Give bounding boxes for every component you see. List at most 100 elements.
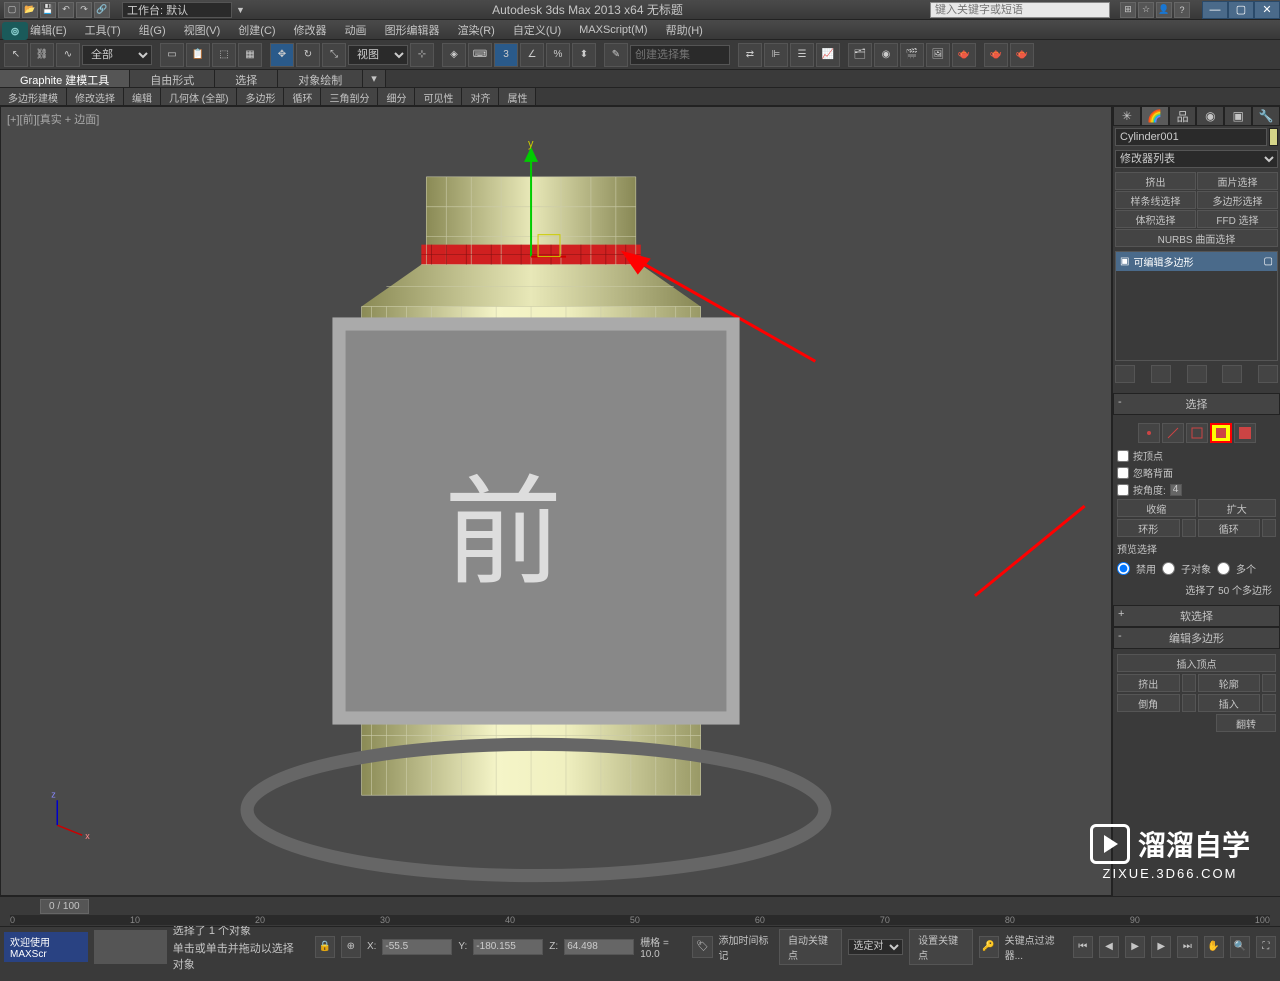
mod-spline-sel[interactable]: 样条线选择 — [1115, 191, 1196, 209]
new-icon[interactable]: ▢ — [4, 2, 20, 18]
menu-edit[interactable]: 编辑(E) — [30, 22, 67, 38]
grow-button[interactable]: 扩大 — [1198, 499, 1277, 517]
snap-toggle-icon[interactable]: 3 — [494, 43, 518, 67]
menu-views[interactable]: 视图(V) — [184, 22, 221, 38]
menu-tools[interactable]: 工具(T) — [85, 22, 121, 38]
modifier-stack[interactable]: ▣ 可编辑多边形 ▢ — [1115, 251, 1278, 361]
prev-frame-icon[interactable]: ◀ — [1099, 936, 1119, 958]
render-setup-icon[interactable]: 🎬 — [900, 43, 924, 67]
bevel-button[interactable]: 倒角 — [1117, 694, 1180, 712]
key-filters-icon[interactable]: 🔑 — [979, 936, 999, 958]
menu-customize[interactable]: 自定义(U) — [513, 22, 561, 38]
mod-vol-sel[interactable]: 体积选择 — [1115, 210, 1196, 228]
select-object-icon[interactable]: ▭ — [160, 43, 184, 67]
select-rotate-icon[interactable]: ↻ — [296, 43, 320, 67]
select-link-icon[interactable]: ↖ — [4, 43, 28, 67]
maximize-button[interactable]: ▢ — [1228, 1, 1254, 19]
subobj-border[interactable] — [1186, 423, 1208, 443]
menu-graph-editors[interactable]: 图形编辑器 — [385, 22, 440, 38]
render-prod-icon[interactable]: 🫖 — [984, 43, 1008, 67]
mod-patch-sel[interactable]: 面片选择 — [1197, 172, 1278, 190]
time-tag-icon[interactable]: 🏷 — [692, 936, 712, 958]
insert-button[interactable]: 插入 — [1198, 694, 1261, 712]
material-editor-icon[interactable]: ◉ — [874, 43, 898, 67]
panel-tab-modify[interactable]: 🌈 — [1141, 106, 1169, 126]
subtab-subdiv[interactable]: 细分 — [378, 88, 415, 105]
render-iter-icon[interactable]: 🫖 — [1010, 43, 1034, 67]
time-slider[interactable]: 0 / 100 — [40, 899, 89, 914]
menu-maxscript[interactable]: MAXScript(M) — [579, 24, 647, 36]
mini-curve-editor[interactable] — [94, 930, 167, 964]
unlink-icon[interactable]: ⛓ — [30, 43, 54, 67]
open-icon[interactable]: 📂 — [22, 2, 38, 18]
configure-sets-icon[interactable] — [1258, 365, 1278, 383]
rollout-edit-poly-header[interactable]: -编辑多边形 — [1113, 627, 1280, 649]
align-icon[interactable]: ⊫ — [764, 43, 788, 67]
bind-icon[interactable]: ∿ — [56, 43, 80, 67]
subtab-modify-sel[interactable]: 修改选择 — [67, 88, 124, 105]
remove-mod-icon[interactable] — [1222, 365, 1242, 383]
mod-ffd-sel[interactable]: FFD 选择 — [1197, 210, 1278, 228]
lock-selection-icon[interactable]: 🔒 — [315, 936, 335, 958]
subobj-edge[interactable] — [1162, 423, 1184, 443]
subtab-polygons[interactable]: 多边形 — [237, 88, 284, 105]
rollout-selection-header[interactable]: -选择 — [1113, 393, 1280, 415]
undo-icon[interactable]: ↶ — [58, 2, 74, 18]
object-name-input[interactable] — [1115, 128, 1267, 146]
outline-button[interactable]: 轮廓 — [1198, 674, 1261, 692]
subtab-geometry[interactable]: 几何体 (全部) — [161, 88, 237, 105]
panel-tab-display[interactable]: ▣ — [1224, 106, 1252, 126]
window-crossing-icon[interactable]: ▦ — [238, 43, 262, 67]
insert-settings[interactable] — [1262, 694, 1276, 712]
percent-snap-icon[interactable]: % — [546, 43, 570, 67]
insert-vertex-button[interactable]: 插入顶点 — [1117, 654, 1276, 672]
extrude-button[interactable]: 挤出 — [1117, 674, 1180, 692]
select-by-name-icon[interactable]: 📋 — [186, 43, 210, 67]
panel-tab-motion[interactable]: ◉ — [1196, 106, 1224, 126]
viewcube[interactable]: 前 — [0, 127, 1091, 915]
coord-x[interactable] — [382, 939, 452, 955]
menu-group[interactable]: 组(G) — [139, 22, 166, 38]
menu-help[interactable]: 帮助(H) — [666, 22, 703, 38]
ring-spinner[interactable] — [1182, 519, 1196, 537]
abs-rel-icon[interactable]: ⊕ — [341, 936, 361, 958]
mod-nurbs-sel[interactable]: NURBS 曲面选择 — [1115, 229, 1278, 247]
search-input[interactable] — [930, 2, 1110, 18]
panel-tab-utilities[interactable]: 🔧 — [1252, 106, 1280, 126]
menu-create[interactable]: 创建(C) — [238, 22, 275, 38]
viewport-nav-pan-icon[interactable]: ✋ — [1204, 936, 1224, 958]
preview-subobj-radio[interactable] — [1162, 562, 1175, 575]
by-angle-checkbox[interactable] — [1117, 484, 1129, 496]
subobj-element[interactable] — [1234, 423, 1256, 443]
viewport-nav-zoom-icon[interactable]: 🔍 — [1230, 936, 1250, 958]
coord-y[interactable] — [473, 939, 543, 955]
link-icon[interactable]: 🔗 — [94, 2, 110, 18]
viewport-nav-max-icon[interactable]: ⛶ — [1256, 936, 1276, 958]
save-icon[interactable]: 💾 — [40, 2, 56, 18]
spinner-snap-icon[interactable]: ⬍ — [572, 43, 596, 67]
next-frame-icon[interactable]: ▶ — [1151, 936, 1171, 958]
named-selection-set[interactable] — [630, 45, 730, 65]
rollout-soft-selection-header[interactable]: +软选择 — [1113, 605, 1280, 627]
close-button[interactable]: ✕ — [1254, 1, 1280, 19]
angle-snap-icon[interactable]: ∠ — [520, 43, 544, 67]
extrude-settings[interactable] — [1182, 674, 1196, 692]
select-manipulate-icon[interactable]: ◈ — [442, 43, 466, 67]
app-logo-icon[interactable]: ⊚ — [2, 22, 28, 40]
subtab-tris[interactable]: 三角剖分 — [321, 88, 378, 105]
goto-end-icon[interactable]: ⏭ — [1177, 936, 1197, 958]
pin-stack-icon[interactable] — [1115, 365, 1135, 383]
viewport[interactable]: [+][前][真实 + 边面] — [0, 106, 1112, 896]
ref-coord-system[interactable]: 视图 — [348, 45, 408, 65]
menu-rendering[interactable]: 渲染(R) — [458, 22, 495, 38]
subobj-polygon[interactable] — [1210, 423, 1232, 443]
loop-button[interactable]: 循环 — [1198, 519, 1261, 537]
outline-settings[interactable] — [1262, 674, 1276, 692]
select-move-icon[interactable]: ✥ — [270, 43, 294, 67]
menu-modifiers[interactable]: 修改器 — [294, 22, 327, 38]
set-key-button[interactable]: 设置关键点 — [909, 929, 972, 965]
edit-named-sel-icon[interactable]: ✎ — [604, 43, 628, 67]
minimize-button[interactable]: — — [1202, 1, 1228, 19]
angle-spinner[interactable] — [1170, 484, 1182, 496]
flip-button[interactable]: 翻转 — [1216, 714, 1276, 732]
